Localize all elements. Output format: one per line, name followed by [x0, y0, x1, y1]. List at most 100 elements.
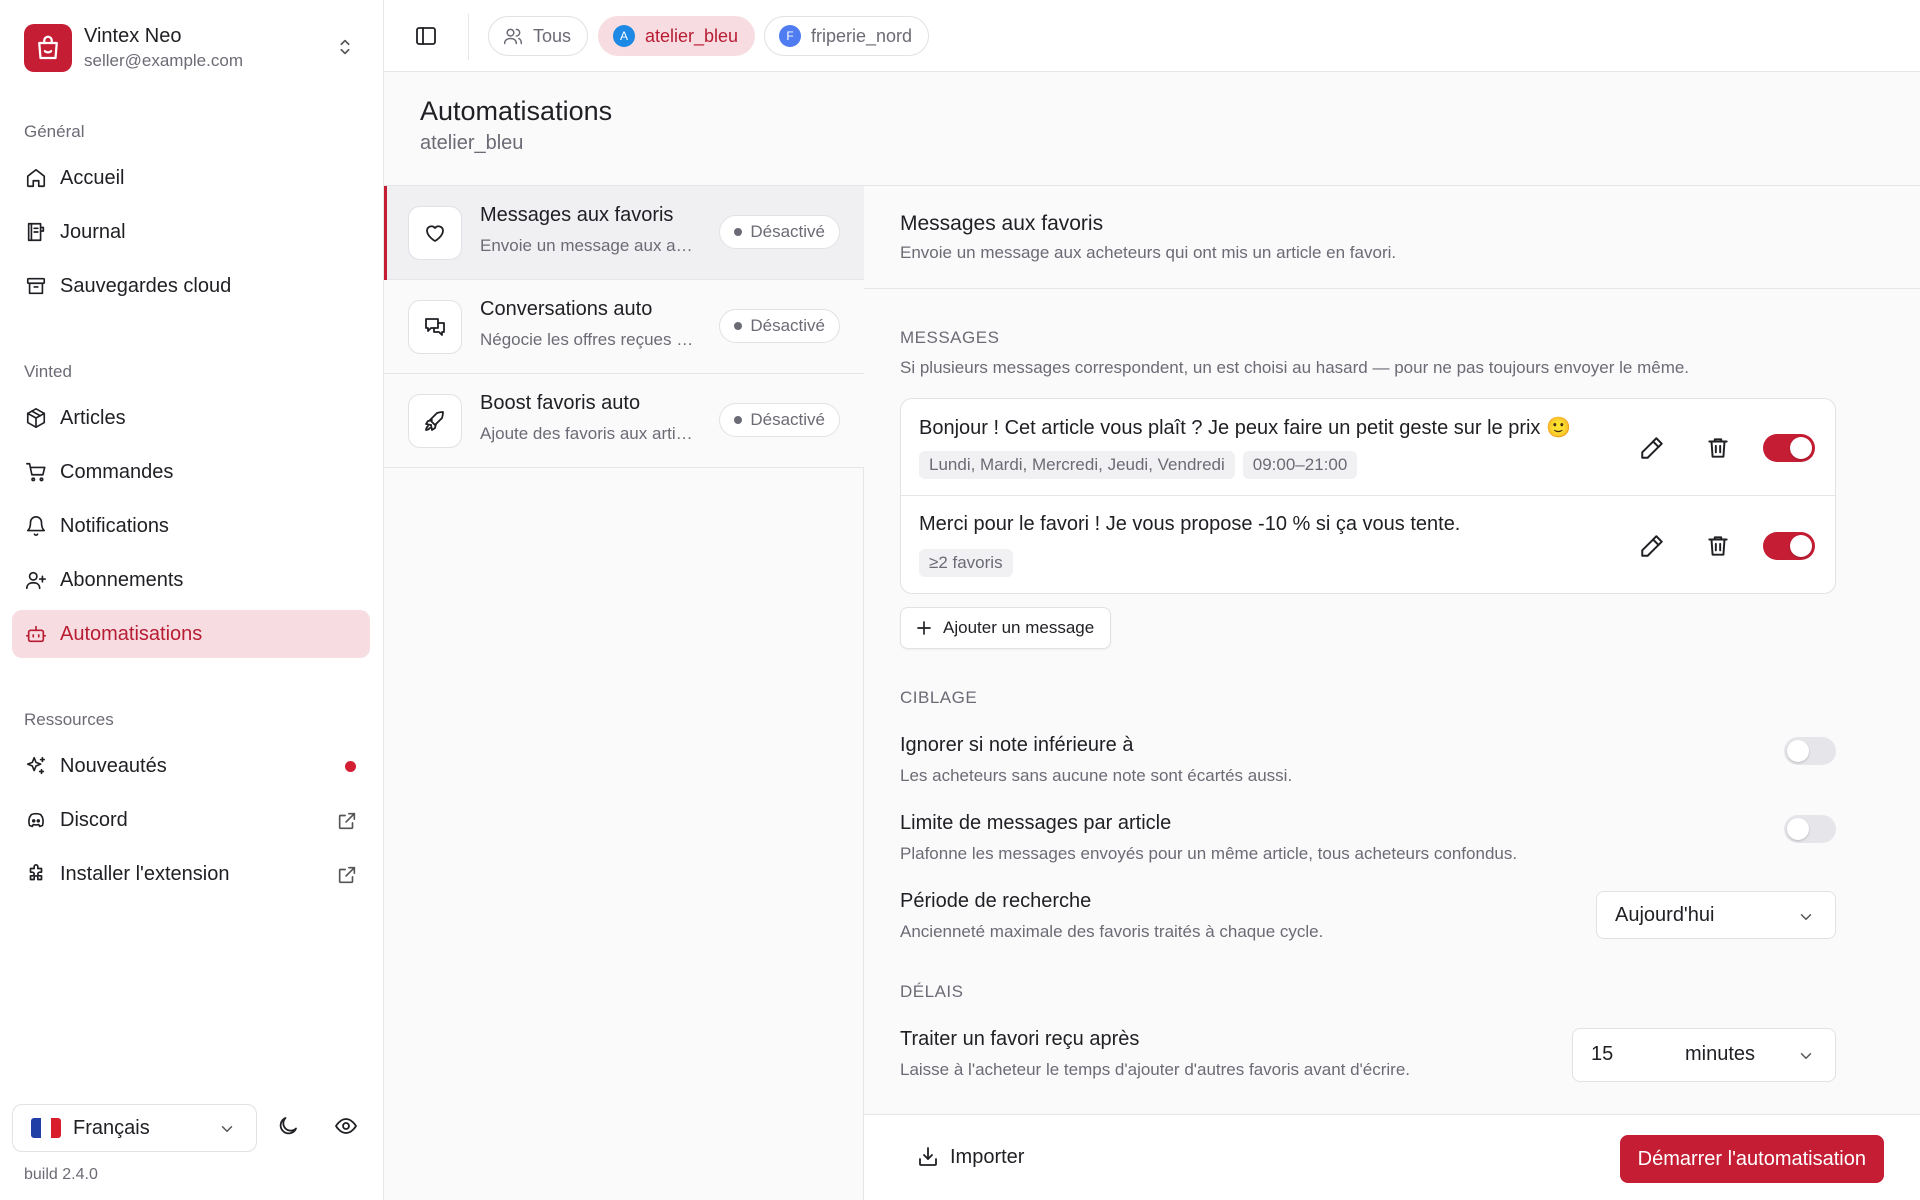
search-period-select[interactable]: Aujourd'hui: [1596, 891, 1836, 939]
message-row: Merci pour le favori ! Je vous propose -…: [901, 497, 1835, 594]
account-switcher[interactable]: Vintex Neo seller@example.com: [24, 22, 364, 74]
cart-icon: [24, 460, 48, 484]
automation-desc: Ajoute des favoris aux articles automati…: [480, 424, 695, 443]
sidebar: Vintex Neo seller@example.com Général Ac…: [0, 0, 384, 1200]
sidebar-item-label: Sauvegardes cloud: [60, 274, 232, 297]
automation-item[interactable]: Boost favoris auto Ajoute des favoris au…: [384, 374, 864, 468]
sidebar-item-label: Journal: [60, 220, 126, 243]
build-version: build 2.4.0: [24, 1166, 98, 1183]
chevron-down-icon: [1797, 908, 1815, 926]
message-toggle[interactable]: [1763, 532, 1815, 560]
setting-title: Traiter un favori reçu après: [900, 1028, 1140, 1050]
external-link-icon: [336, 864, 358, 886]
status-badge: Désactivé: [719, 309, 840, 343]
sidebar-item-label: Accueil: [60, 166, 125, 189]
sidebar-item-sauvegardes[interactable]: Sauvegardes cloud: [12, 262, 370, 310]
message-text: Bonjour ! Cet article vous plaît ? Je pe…: [919, 417, 1571, 439]
delay-amount-input[interactable]: 15: [1591, 1043, 1613, 1066]
bell-icon: [24, 514, 48, 538]
sidebar-item-label: Abonnements: [60, 568, 184, 591]
message-toggle[interactable]: [1763, 434, 1815, 462]
chip-label: atelier_bleu: [645, 25, 739, 46]
setting-title: Période de recherche: [900, 890, 1092, 912]
import-label: Importer: [950, 1145, 1025, 1168]
sidebar-item-journal[interactable]: Journal: [12, 208, 370, 256]
sidebar-item-label: Commandes: [60, 460, 174, 483]
page-title: Automatisations: [420, 96, 613, 126]
status-badge: Désactivé: [719, 215, 840, 249]
edit-icon[interactable]: [1639, 435, 1665, 461]
chevron-down-icon: [1797, 1047, 1815, 1065]
discord-icon: [24, 808, 48, 832]
topbar: Tous A atelier_bleu F friperie_nord: [384, 0, 1920, 72]
sidebar-item-commandes[interactable]: Commandes: [12, 448, 370, 496]
bot-icon: [24, 622, 48, 646]
heart-icon: [408, 206, 462, 260]
automation-item[interactable]: Messages aux favoris Envoie un message a…: [384, 186, 864, 280]
message-tag: Lundi, Mardi, Mercredi, Jeudi, Vendredi: [919, 451, 1235, 479]
chevrons-up-down-icon: [334, 36, 356, 58]
sidebar-item-automatisations[interactable]: Automatisations: [12, 610, 370, 658]
action-footer: Importer Démarrer l'automatisation: [864, 1114, 1920, 1200]
message-limit-toggle[interactable]: [1784, 815, 1836, 843]
chat-icon: [408, 300, 462, 354]
chevron-down-icon: [218, 1120, 236, 1138]
moon-icon[interactable]: [276, 1114, 300, 1138]
nav-group-label: Général: [24, 122, 85, 141]
new-badge-dot: [345, 761, 356, 772]
setting-title: Ignorer si note inférieure à: [900, 734, 1134, 756]
sidebar-item-articles[interactable]: Articles: [12, 394, 370, 442]
delay-input-group: 15 minutes: [1572, 1028, 1836, 1082]
sidebar-toggle-icon[interactable]: [414, 24, 438, 48]
sidebar-item-label: Notifications: [60, 514, 169, 537]
automation-title: Conversations auto: [480, 298, 653, 320]
plus-icon: [917, 621, 931, 635]
detail-description: Envoie un message aux acheteurs qui ont …: [900, 243, 1397, 262]
sidebar-item-installer-extension[interactable]: Installer l'extension: [12, 850, 370, 898]
sidebar-item-discord[interactable]: Discord: [12, 796, 370, 844]
package-icon: [24, 406, 48, 430]
trash-icon[interactable]: [1705, 533, 1731, 559]
account-filter-all[interactable]: Tous: [488, 16, 589, 56]
divider: [468, 14, 469, 60]
sidebar-item-accueil[interactable]: Accueil: [12, 154, 370, 202]
section-label-delais: DÉLAIS: [900, 982, 964, 1001]
edit-icon[interactable]: [1639, 533, 1665, 559]
account-filter-atelier-bleu[interactable]: A atelier_bleu: [598, 16, 756, 56]
message-tag: ≥2 favoris: [919, 549, 1013, 577]
sidebar-item-nouveautes[interactable]: Nouveautés: [12, 742, 370, 790]
user-plus-icon: [24, 568, 48, 592]
automation-title: Messages aux favoris: [480, 204, 674, 226]
automation-item[interactable]: Conversations auto Négocie les offres re…: [384, 280, 864, 374]
add-message-label: Ajouter un message: [943, 618, 1095, 637]
account-email: seller@example.com: [84, 51, 243, 70]
import-button[interactable]: Importer: [916, 1145, 1024, 1169]
start-automation-button[interactable]: Démarrer l'automatisation: [1619, 1135, 1884, 1183]
page-subtitle: atelier_bleu: [420, 132, 524, 154]
sidebar-item-abonnements[interactable]: Abonnements: [12, 556, 370, 604]
setting-desc: Les acheteurs sans aucune note sont écar…: [900, 766, 1293, 785]
account-name: Vintex Neo: [84, 25, 182, 47]
setting-desc: Ancienneté maximale des favoris traités …: [900, 922, 1324, 941]
language-select[interactable]: Français: [12, 1104, 257, 1152]
account-filter-friperie-nord[interactable]: F friperie_nord: [764, 16, 930, 56]
message-row: Bonjour ! Cet article vous plaît ? Je pe…: [901, 399, 1835, 496]
chip-label: Tous: [533, 25, 572, 46]
fr-flag-icon: [31, 1118, 61, 1138]
delay-unit-select[interactable]: minutes: [1685, 1043, 1755, 1066]
puzzle-icon: [24, 862, 48, 886]
automation-desc: Envoie un message aux acheteurs qui ont …: [480, 236, 695, 255]
home-icon: [24, 166, 48, 190]
min-rating-toggle[interactable]: [1784, 737, 1836, 765]
trash-icon[interactable]: [1705, 435, 1731, 461]
sidebar-item-label: Installer l'extension: [60, 862, 230, 885]
nav-group-label: Vinted: [24, 362, 72, 381]
language-label: Français: [73, 1116, 150, 1139]
shopping-bag-icon: [24, 24, 72, 72]
automation-detail: Messages aux favoris Envoie un message a…: [864, 186, 1920, 1114]
eye-icon[interactable]: [334, 1114, 358, 1138]
page-header: Automatisations atelier_bleu: [384, 72, 1920, 186]
sidebar-item-notifications[interactable]: Notifications: [12, 502, 370, 550]
add-message-button[interactable]: Ajouter un message: [900, 607, 1112, 649]
status-label: Désactivé: [750, 410, 825, 429]
